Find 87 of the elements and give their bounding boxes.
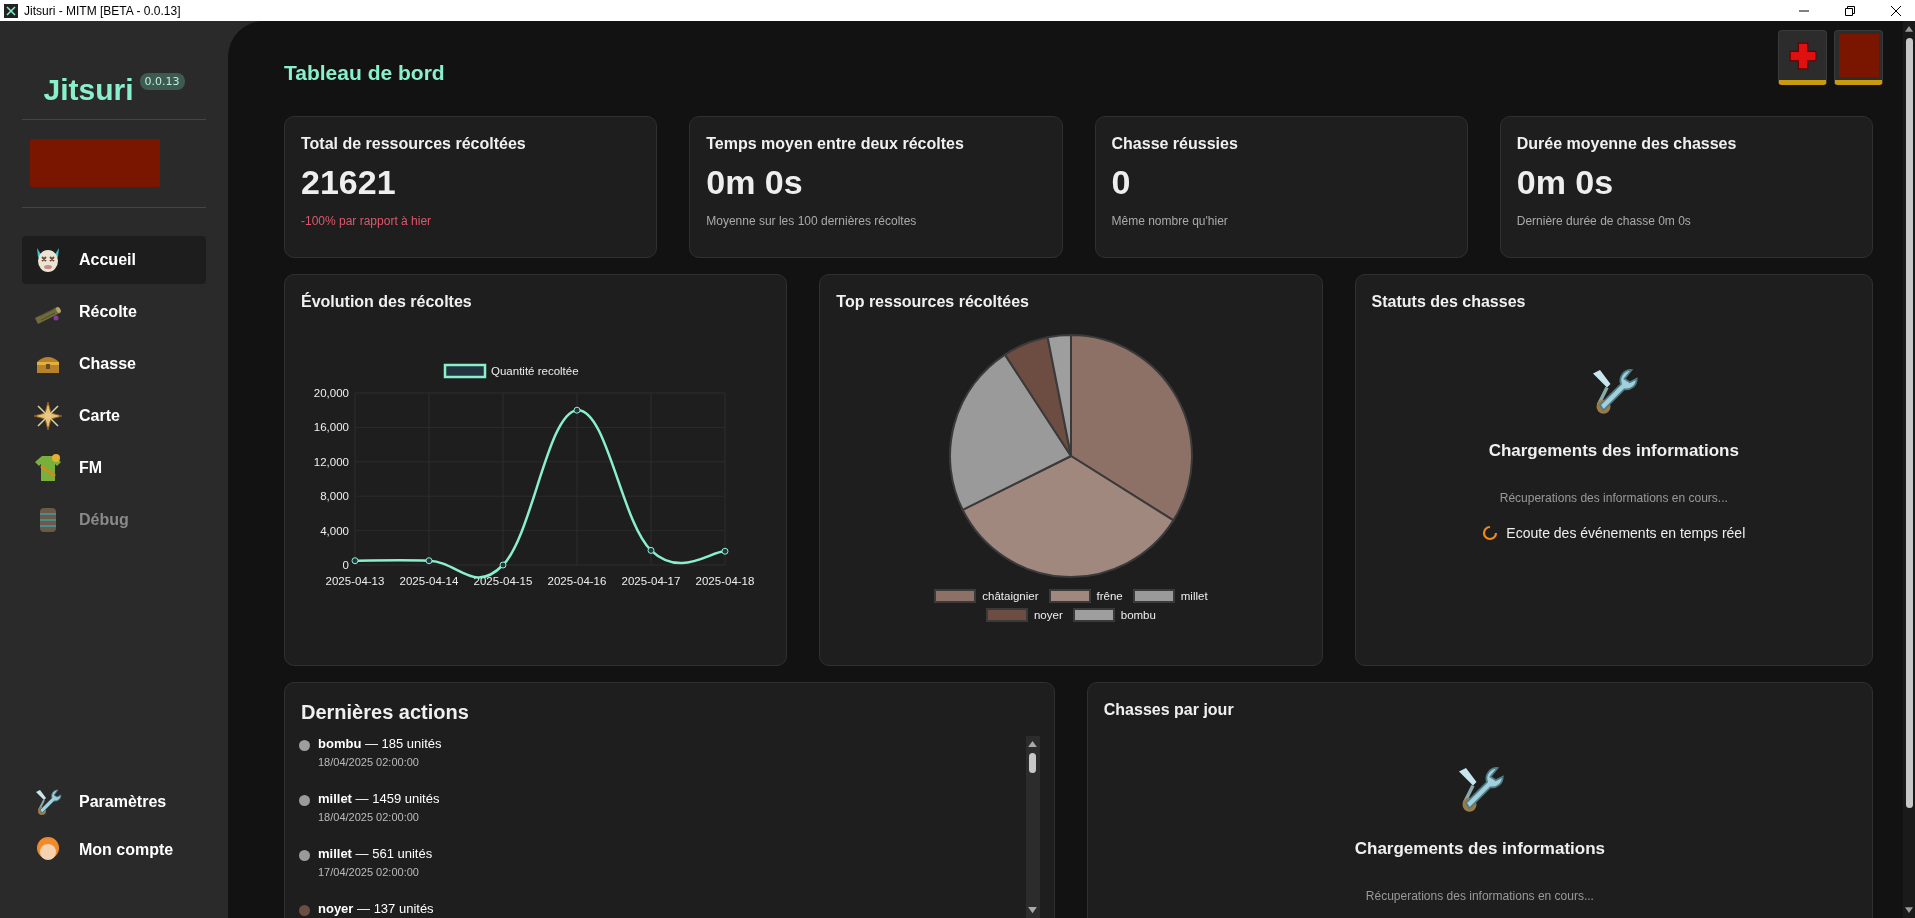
data-point [573,406,581,414]
x-tick-label: 2025-04-17 [621,575,681,587]
scroll-down-icon[interactable] [1028,907,1038,914]
nav-item[interactable]: Carte [22,392,206,440]
loading-title: Chargements des informations [1354,839,1606,859]
square-button[interactable] [1834,30,1883,85]
scroll-up-icon[interactable] [1905,25,1913,32]
app-logo: Jitsuri [43,75,134,105]
legend-label: noyer [1033,609,1063,621]
action-date: 17/04/2025 02:00:00 [318,866,420,878]
card-title: Dernières actions [301,701,470,724]
version-badge: 0.0.13 [139,73,185,90]
loading-text: Récuperations des informations en cours... [1499,491,1728,505]
loading-title: Chargements des informations [1488,441,1739,461]
cross-button[interactable] [1778,30,1827,85]
legend-label: châtaignier [982,590,1039,602]
app-icon [4,3,18,18]
data-point [499,561,507,569]
action-text: millet — 561 unités [318,846,433,861]
nav-item[interactable]: FM [22,444,206,492]
stat-note: Dernière durée de chasse 0m 0s [1516,214,1692,228]
legend-label: millet [1180,590,1208,602]
scroll-down-icon[interactable] [1905,907,1913,914]
legend-swatch [1132,589,1175,603]
legend-label: bombu [1120,609,1156,621]
window-title: Jitsuri - MITM [BETA - 0.0.13] [24,3,181,18]
data-point [721,547,729,555]
data-point [647,546,655,554]
x-tick-label: 2025-04-14 [399,575,459,587]
stat-value: 0 [1111,163,1132,202]
stat-title: Chasse réussies [1111,135,1239,153]
data-point [425,557,433,565]
card-title: Évolution des récoltes [301,293,473,311]
scrollbar-thumb[interactable] [1029,753,1037,773]
card-title: Chasses par jour [1103,701,1235,719]
legend-swatch [934,589,977,603]
close-icon[interactable] [1891,5,1901,16]
y-tick-label: 4,000 [320,524,349,537]
restore-icon[interactable] [1845,5,1855,16]
legend-label: frêne [1096,590,1123,602]
spinner-icon [1482,525,1499,541]
x-tick-label: 2025-04-18 [695,575,755,587]
stat-title: Durée moyenne des chasses [1516,135,1738,153]
action-text: bombu — 185 unités [318,736,442,751]
stat-value: 0m 0s [1516,163,1615,202]
legend-swatch [1072,608,1115,622]
nav-item[interactable]: Mon compte [22,826,206,874]
stat-note: Même nombre qu'hier [1111,214,1229,228]
legend-swatch [985,608,1028,622]
x-tick-label: 2025-04-13 [325,575,385,587]
x-tick-label: 2025-04-15 [473,575,533,587]
scrollbar[interactable] [1903,21,1915,918]
scroll-up-icon[interactable] [1028,740,1038,747]
live-status-text: Ecoute des événements en temps réel [1506,525,1746,541]
action-text: millet — 1459 unités [318,791,440,806]
plus-icon [1788,41,1817,70]
stat-value: 21621 [301,163,397,202]
stat-note: -100% par rapport à hier [301,214,433,228]
y-tick-label: 16,000 [313,421,349,434]
stat-title: Total de ressources récoltées [301,135,527,153]
card-title: Top ressources récoltées [836,293,1030,311]
card-title: Statuts des chasses [1371,293,1527,311]
nav-item[interactable]: Récolte [22,288,206,336]
stat-note: Moyenne sur les 100 dernières récoltes [706,214,918,228]
nav-item[interactable]: Chasse [22,340,206,388]
square-icon [1838,34,1879,77]
legend-swatch [443,363,487,379]
action-text: noyer — 137 unités [318,901,434,916]
legend-swatch [1048,589,1091,603]
nav-item[interactable]: Paramètres [22,778,206,826]
loading-text: Récuperations des informations en cours... [1365,889,1594,903]
y-tick-label: 12,000 [313,455,349,468]
y-tick-label: 8,000 [320,490,349,503]
y-tick-label: 20,000 [313,387,349,399]
scrollbar-thumb[interactable] [1905,38,1913,808]
legend-label: Quantité recoltée [491,365,579,377]
four-point-star-icon [32,400,64,432]
nav-item[interactable]: Accueil [22,236,206,284]
y-tick-label: 0 [342,559,349,571]
scrollbar[interactable] [1025,736,1040,918]
stat-title: Temps moyen entre deux récoltes [706,135,965,153]
stat-value: 0m 0s [706,163,804,202]
x-tick-label: 2025-04-16 [547,575,607,587]
page-title: Tableau de bord [284,59,445,85]
action-date: 18/04/2025 02:00:00 [318,756,420,768]
data-point [351,557,359,565]
action-date: 18/04/2025 02:00:00 [318,811,420,823]
